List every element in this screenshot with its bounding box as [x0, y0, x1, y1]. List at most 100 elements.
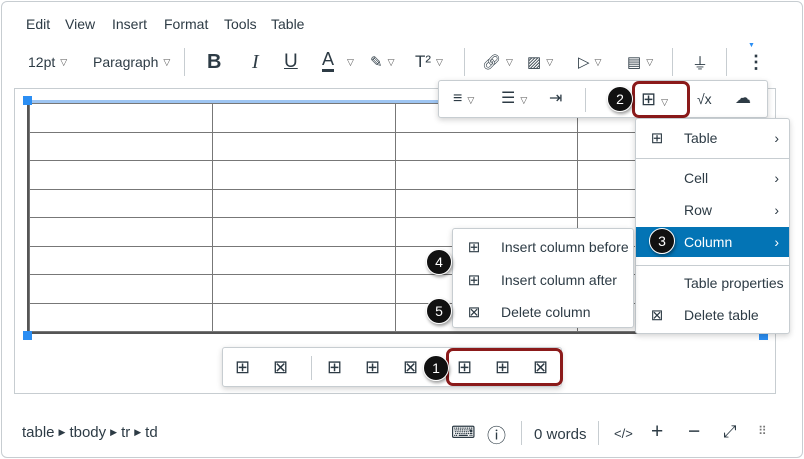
element-path: table ▶ tbody ▶ tr ▶ td [22, 424, 158, 441]
delete-column-icon: ⊠ [467, 304, 481, 321]
more-button[interactable]: ⋮ [747, 50, 765, 74]
superscript-icon: T² [415, 52, 432, 71]
zoom-out-icon[interactable]: − [688, 420, 700, 444]
menu-insert[interactable]: Insert [112, 16, 147, 32]
media-icon: ▷ [578, 54, 590, 71]
column-submenu: ⊞ Insert column before ⊞ Insert column aft… [452, 228, 634, 328]
chevron-right-icon: › [774, 170, 779, 186]
divider [598, 421, 599, 445]
indent-icon[interactable]: ⇥ [549, 89, 562, 109]
caret-right-icon: ▶ [134, 427, 142, 437]
zoom-in-icon[interactable]: + [651, 420, 663, 444]
link-button[interactable]: 🔗︎ ▽ [482, 50, 513, 74]
menu-view[interactable]: View [65, 16, 95, 32]
menu-item-insert-column-after[interactable]: ⊞ Insert column after [453, 265, 633, 295]
delete-row-icon[interactable]: ⊠ [403, 357, 418, 377]
path-item[interactable]: tbody [69, 424, 106, 441]
plug-icon: ⏚ [692, 56, 709, 73]
divider [672, 48, 673, 76]
image-icon: ▨ [527, 54, 542, 71]
menu-format[interactable]: Format [164, 16, 208, 32]
menu-edit[interactable]: Edit [26, 16, 50, 32]
resize-handle[interactable] [23, 96, 32, 105]
accessibility-icon[interactable]: ⓘ [487, 421, 506, 448]
highlighter-icon: ✎ [370, 54, 383, 71]
text-color-button[interactable]: A [322, 49, 335, 72]
caret-right-icon: ▶ [58, 427, 66, 437]
menu-item-insert-column-before[interactable]: ⊞ Insert column before [453, 232, 633, 262]
menu-item-table[interactable]: ⊞ Table › [636, 123, 789, 153]
menu-label: Insert column before [501, 239, 629, 255]
menu-label: Delete column [501, 304, 591, 320]
callout-4: 4 [426, 249, 452, 275]
chevron-down-icon: ▽ [546, 56, 554, 67]
menu-item-delete-table[interactable]: ⊠ Delete table [636, 300, 789, 330]
highlight-color-button[interactable]: ✎ ▽ [370, 50, 395, 74]
callout-3: 3 [649, 228, 675, 254]
callout-5: 5 [426, 298, 452, 324]
insert-row-after-icon[interactable]: ⊞ [365, 357, 380, 377]
menu-table[interactable]: Table [271, 16, 304, 32]
superscript-button[interactable]: T² ▽ [415, 50, 443, 74]
caret-right-icon: ▶ [110, 427, 118, 437]
chevron-down-icon[interactable]: ▽ [347, 57, 354, 68]
chevron-down-icon: ▽ [387, 56, 395, 67]
menu-item-table-properties[interactable]: Table properties [636, 268, 789, 298]
divider [636, 158, 789, 159]
table-properties-icon[interactable]: ⊞ [235, 357, 250, 377]
keyboard-icon[interactable]: ⌨ [451, 423, 476, 443]
text-color-icon: A [322, 49, 335, 69]
menu-tools[interactable]: Tools [224, 16, 257, 32]
bold-button[interactable]: B [207, 50, 221, 74]
menu-label: Insert column after [501, 272, 617, 288]
more-indicator-icon: ▼ [748, 42, 755, 49]
plugin-button[interactable]: ⏚ [692, 50, 708, 74]
equation-icon[interactable]: √x [697, 89, 712, 109]
divider [184, 48, 185, 76]
insert-row-before-icon[interactable]: ⊞ [327, 357, 342, 377]
highlight-outline [446, 348, 563, 386]
align-button[interactable]: ≡ ▽ [453, 89, 474, 110]
word-count[interactable]: 0 words [534, 426, 587, 443]
chevron-down-icon: ▽ [646, 56, 654, 67]
menu-item-cell[interactable]: Cell › [636, 163, 789, 193]
chevron-right-icon: › [774, 130, 779, 146]
callout-2: 2 [607, 86, 633, 112]
image-button[interactable]: ▨ ▽ [527, 50, 553, 74]
italic-button[interactable]: I [252, 50, 259, 74]
underline-button[interactable]: U [284, 50, 298, 74]
menu-label: Delete table [684, 307, 759, 323]
block-format-value: Paragraph [93, 54, 159, 70]
table-menu: ⊞ Table › Cell › Row › Column › Table propert… [635, 118, 790, 334]
divider [726, 48, 727, 76]
path-item[interactable]: td [145, 424, 158, 441]
font-size-value: 12pt [28, 54, 56, 70]
menu-item-row[interactable]: Row › [636, 195, 789, 225]
document-button[interactable]: ▤ ▽ [627, 50, 653, 74]
fullscreen-icon[interactable]: ⤢ [723, 422, 737, 442]
document-icon: ▤ [627, 54, 642, 71]
menu-label: Table [684, 130, 718, 146]
divider [585, 88, 586, 112]
divider [521, 421, 522, 445]
font-size-select[interactable]: 12pt ▽ [28, 50, 67, 74]
overflow-toolbar: ≡ ▽ ☰ ▽ ⇥ ⊞ ▽ √x ☁ [438, 80, 768, 118]
chevron-down-icon: ▽ [436, 56, 443, 67]
media-button[interactable]: ▷ ▽ [578, 50, 601, 74]
path-item[interactable]: table [22, 424, 55, 441]
list-button[interactable]: ☰ ▽ [501, 89, 527, 110]
delete-table-icon[interactable]: ⊠ [273, 357, 288, 377]
resize-grip-icon[interactable]: ⠿ [758, 424, 767, 438]
cloud-upload-icon[interactable]: ☁ [735, 89, 751, 109]
menu-item-delete-column[interactable]: ⊠ Delete column [453, 297, 633, 327]
divider [311, 356, 312, 380]
callout-1: 1 [423, 355, 449, 381]
block-format-select[interactable]: Paragraph ▽ [93, 50, 170, 74]
path-item[interactable]: tr [121, 424, 130, 441]
resize-handle[interactable] [23, 331, 32, 340]
menu-label: Column [684, 234, 733, 250]
html-editor-toggle[interactable]: </> [614, 426, 633, 441]
divider [464, 48, 465, 76]
chevron-down-icon: ▽ [163, 56, 171, 67]
menu-label: Row [684, 202, 713, 218]
